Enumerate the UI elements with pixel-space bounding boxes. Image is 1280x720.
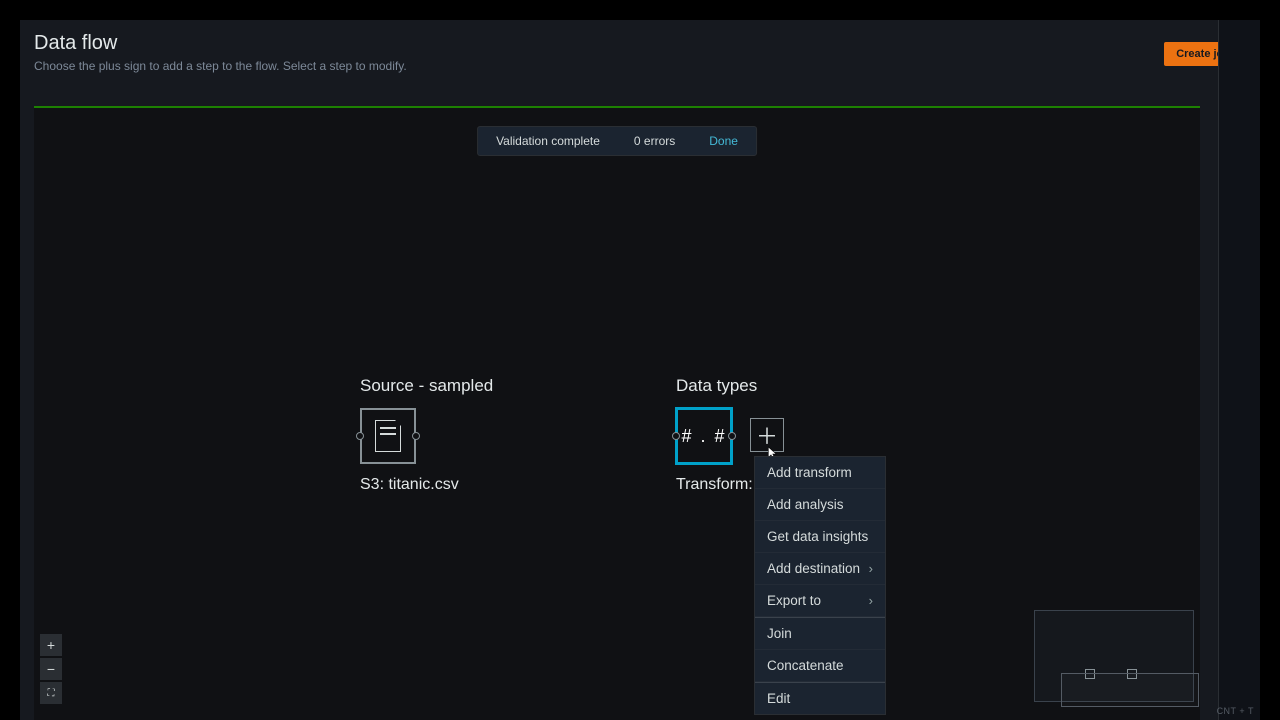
flow-canvas[interactable]: Validation complete 0 errors Done Source… xyxy=(34,106,1200,720)
validation-error-count: 0 errors xyxy=(634,134,675,148)
node-source-title: Source - sampled xyxy=(360,376,493,396)
node-port-in[interactable] xyxy=(356,432,364,440)
menu-add-transform[interactable]: Add transform xyxy=(755,457,885,489)
menu-export-to[interactable]: Export to› xyxy=(755,585,885,617)
add-step-button[interactable]: ＋ xyxy=(750,418,784,452)
zoom-fit-button[interactable]: ⛶ xyxy=(40,682,62,704)
node-types-subtitle: Transform: xyxy=(676,476,757,494)
app-frame: Data flow Choose the plus sign to add a … xyxy=(20,20,1260,720)
node-data-types[interactable]: Data types # . # Transform: xyxy=(676,376,757,494)
flow-connectors xyxy=(34,108,334,258)
node-port-in[interactable] xyxy=(672,432,680,440)
chevron-right-icon: › xyxy=(869,593,873,608)
node-port-out[interactable] xyxy=(728,432,736,440)
hash-icon: # . # xyxy=(681,426,726,447)
menu-edit[interactable]: Edit xyxy=(755,682,885,714)
node-types-title: Data types xyxy=(676,376,757,396)
node-source[interactable]: Source - sampled S3: titanic.csv xyxy=(360,376,493,494)
minimap[interactable] xyxy=(1034,610,1194,702)
chevron-right-icon: › xyxy=(869,561,873,576)
node-port-out[interactable] xyxy=(412,432,420,440)
header-text: Data flow Choose the plus sign to add a … xyxy=(34,32,407,73)
validation-status: Validation complete xyxy=(496,134,600,148)
validation-done-link[interactable]: Done xyxy=(709,134,738,148)
menu-get-data-insights[interactable]: Get data insights xyxy=(755,521,885,553)
page-subtitle: Choose the plus sign to add a step to th… xyxy=(34,59,407,73)
node-types-box[interactable]: # . # xyxy=(676,408,732,464)
node-source-box[interactable] xyxy=(360,408,416,464)
zoom-in-button[interactable]: + xyxy=(40,634,62,656)
page-header: Data flow Choose the plus sign to add a … xyxy=(20,20,1260,81)
footer-hint: CNT + T xyxy=(1217,706,1254,716)
menu-concatenate[interactable]: Concatenate xyxy=(755,650,885,682)
zoom-controls: + − ⛶ xyxy=(40,634,62,704)
menu-join[interactable]: Join xyxy=(755,617,885,650)
plus-icon: ＋ xyxy=(756,419,778,451)
page-title: Data flow xyxy=(34,32,407,55)
menu-add-analysis[interactable]: Add analysis xyxy=(755,489,885,521)
node-source-subtitle: S3: titanic.csv xyxy=(360,476,493,494)
menu-add-destination[interactable]: Add destination› xyxy=(755,553,885,585)
minimap-viewport[interactable] xyxy=(1061,673,1199,707)
database-file-icon xyxy=(375,420,401,452)
right-rail xyxy=(1218,20,1260,720)
validation-toast: Validation complete 0 errors Done xyxy=(477,126,757,156)
zoom-out-button[interactable]: − xyxy=(40,658,62,680)
node-context-menu: Add transform Add analysis Get data insi… xyxy=(754,456,886,715)
